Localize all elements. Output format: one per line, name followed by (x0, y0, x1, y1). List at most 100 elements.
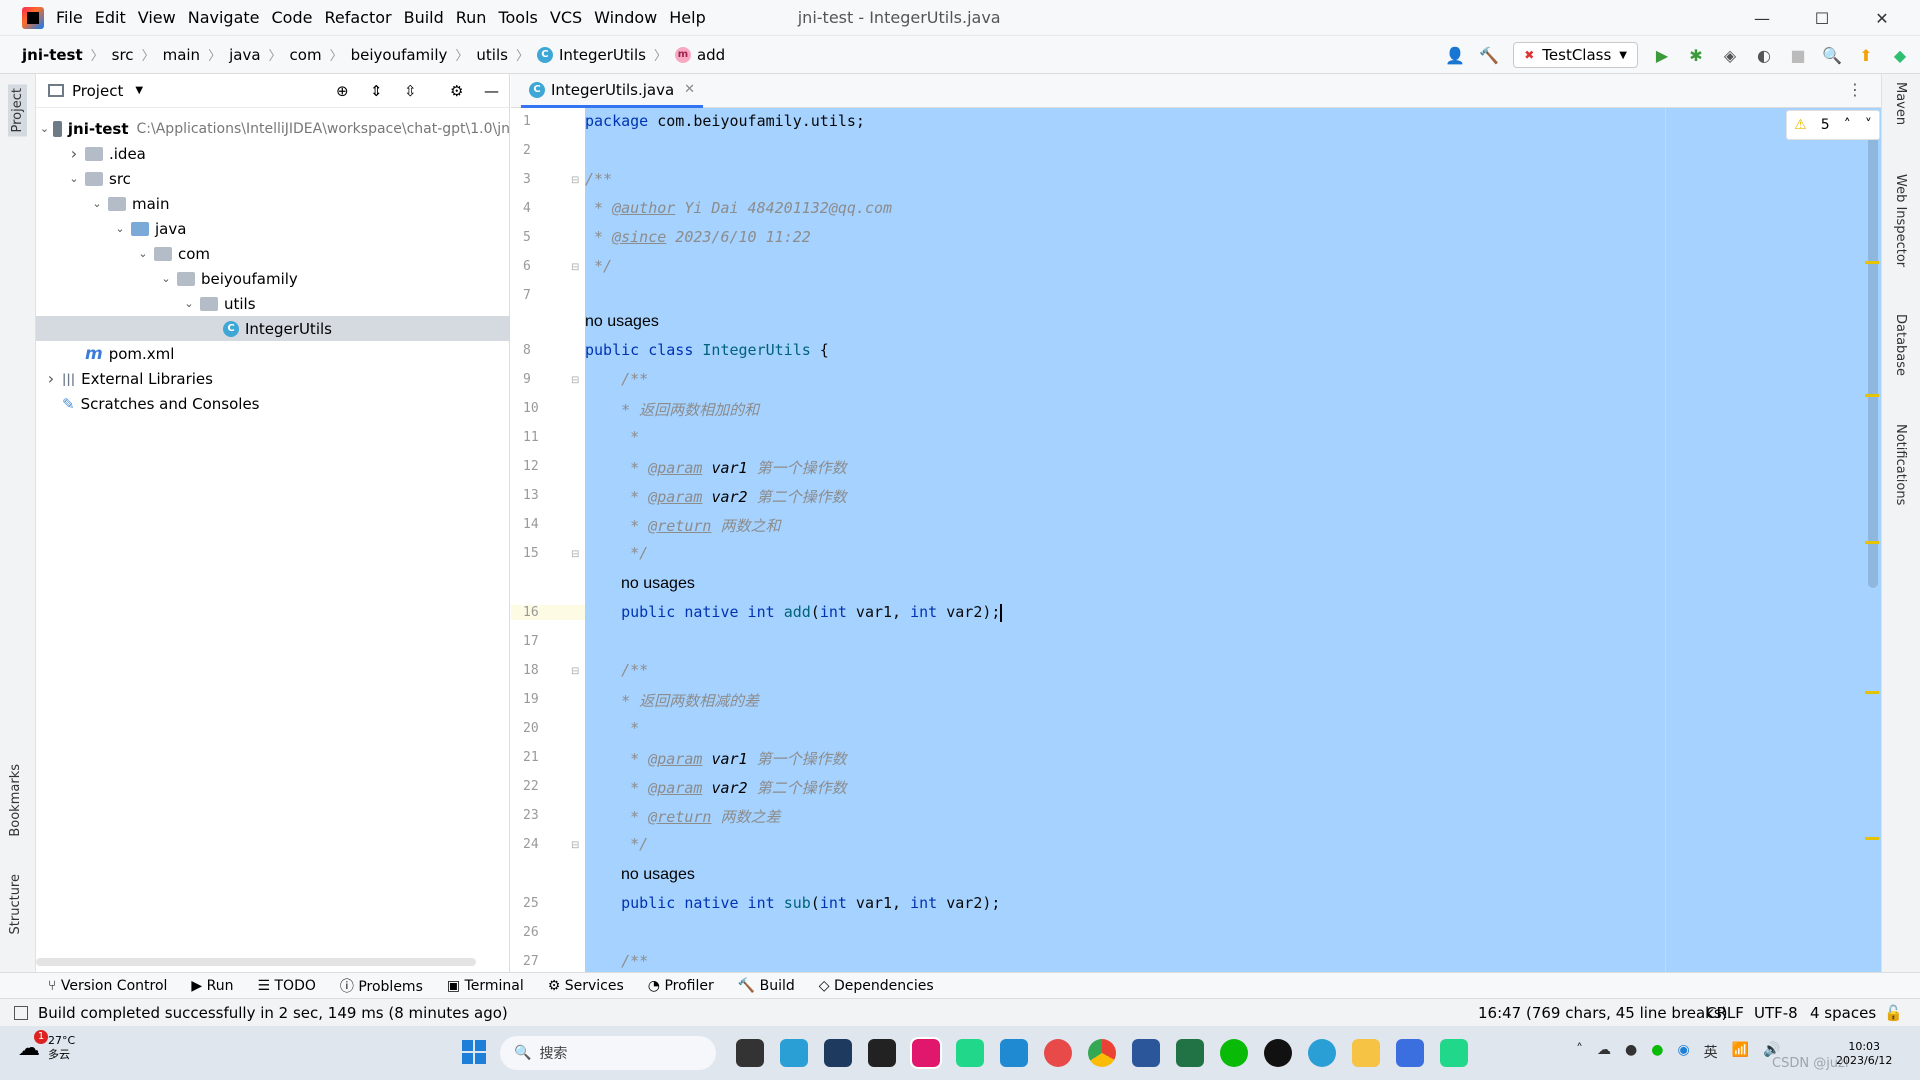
fold-icon[interactable]: ⊟ (571, 375, 579, 386)
warning-stripe[interactable] (1865, 261, 1879, 264)
pycharm-app-icon[interactable] (956, 1039, 984, 1067)
lock-icon[interactable]: 🔓 (1884, 1004, 1903, 1022)
tab-maven[interactable]: Maven (1893, 82, 1908, 125)
line-number[interactable]: 3 (523, 172, 531, 187)
line-number[interactable]: 23 (523, 808, 539, 823)
tool-version-control[interactable]: ⑂ Version Control (48, 978, 167, 994)
tool-profiler[interactable]: ◔ Profiler (648, 978, 714, 994)
word-app-icon[interactable] (1132, 1039, 1160, 1067)
datagrip-app-icon[interactable] (868, 1039, 896, 1067)
breadcrumb-com[interactable]: com (290, 46, 322, 64)
wifi-icon[interactable]: 📶 (1732, 1042, 1749, 1062)
chevron-down-icon[interactable]: ▼ (135, 85, 143, 96)
line-number[interactable]: 11 (523, 430, 539, 445)
tab-database[interactable]: Database (1893, 314, 1908, 376)
feishu-app-icon[interactable] (1396, 1039, 1424, 1067)
tool-services[interactable]: ⚙ Services (548, 978, 624, 994)
task-view-icon[interactable] (736, 1039, 764, 1067)
close-icon[interactable]: ✕ (684, 82, 695, 97)
breadcrumb-java[interactable]: java (229, 46, 260, 64)
line-number[interactable]: 13 (523, 488, 539, 503)
tab-integerutils[interactable]: C IntegerUtils.java ✕ (521, 74, 704, 108)
chevron-right-icon[interactable]: › (44, 369, 58, 388)
status-toggle-icon[interactable] (14, 1005, 28, 1020)
tab-bookmarks[interactable]: Bookmarks (8, 764, 23, 837)
menu-edit[interactable]: Edit (95, 8, 126, 27)
tree-node[interactable]: C IntegerUtils (36, 316, 510, 341)
line-number[interactable]: 8 (523, 343, 531, 358)
breadcrumb-src[interactable]: src (112, 46, 134, 64)
menu-window[interactable]: Window (594, 8, 657, 27)
chrome-app-icon[interactable] (1088, 1039, 1116, 1067)
project-view-title[interactable]: Project (72, 82, 123, 100)
breadcrumb-main[interactable]: main (163, 46, 200, 64)
search-icon[interactable]: 🔍 (1822, 45, 1842, 65)
menu-file[interactable]: File (56, 8, 83, 27)
menu-run[interactable]: Run (456, 8, 487, 27)
tool-todo[interactable]: ☰ TODO (257, 978, 315, 994)
cloud-icon[interactable]: ☁ (1597, 1042, 1611, 1062)
qq-app-icon[interactable] (1264, 1039, 1292, 1067)
menu-vcs[interactable]: VCS (550, 8, 582, 27)
line-number[interactable]: 10 (523, 401, 539, 416)
tree-node[interactable]: ⌄ beiyoufamily (36, 266, 510, 291)
weather-widget[interactable]: ☁ 1 27°C 多云 (18, 1030, 75, 1062)
menu-code[interactable]: Code (272, 8, 313, 27)
line-separator[interactable]: CRLF (1706, 1004, 1744, 1022)
tab-structure[interactable]: Structure (8, 874, 23, 934)
excel-app-icon[interactable] (1176, 1039, 1204, 1067)
coverage-icon[interactable]: ◈ (1720, 45, 1740, 65)
wechat-app-icon[interactable] (1220, 1039, 1248, 1067)
menu-help[interactable]: Help (669, 8, 705, 27)
fold-icon[interactable]: ⊟ (571, 549, 579, 560)
fold-icon[interactable]: ⊟ (571, 666, 579, 677)
vertical-scrollbar[interactable] (1868, 128, 1878, 588)
menu-refactor[interactable]: Refactor (324, 8, 391, 27)
vcs-user-icon[interactable]: 👤 (1445, 45, 1465, 65)
tree-node[interactable]: ⌄ jni-test C:\Applications\IntelliJIDEA\wo… (36, 116, 510, 141)
expand-all-icon[interactable]: ⇕ (370, 82, 383, 100)
chevron-down-icon[interactable]: ⌄ (136, 247, 150, 260)
usages-hint[interactable]: no usages (621, 575, 695, 593)
tool-run[interactable]: ▶ Run (191, 978, 233, 994)
gear-icon[interactable]: ⚙ (450, 82, 463, 100)
menu-navigate[interactable]: Navigate (188, 8, 260, 27)
more-icon[interactable]: ⋮ (1847, 80, 1863, 99)
jetbrains-ai-icon[interactable]: ◆ (1890, 45, 1910, 65)
update-icon[interactable]: ⬆ (1856, 45, 1876, 65)
breadcrumb-project[interactable]: jni-test (22, 46, 83, 64)
fold-icon[interactable]: ⊟ (571, 175, 579, 186)
hide-panel-icon[interactable]: — (484, 82, 499, 100)
caret-position[interactable]: 16:47 (769 chars, 45 line breaks) (1478, 1004, 1728, 1022)
code-editor[interactable]: package com.beiyoufamily.utils; /** * @a… (585, 108, 1881, 972)
stop-icon[interactable]: ■ (1788, 45, 1808, 65)
breadcrumb-class[interactable]: IntegerUtils (559, 46, 646, 64)
tree-node[interactable]: ✎ Scratches and Consoles (36, 391, 510, 416)
tab-web-inspector[interactable]: Web Inspector (1893, 174, 1908, 267)
line-number[interactable]: 4 (523, 201, 531, 216)
clion-app-icon[interactable] (1440, 1039, 1468, 1067)
webstorm-app-icon[interactable] (824, 1039, 852, 1067)
wechat-tray-icon[interactable]: ● (1651, 1042, 1663, 1062)
debug-icon[interactable]: ✱ (1686, 45, 1706, 65)
profile-icon[interactable]: ◐ (1754, 45, 1774, 65)
line-number[interactable]: 15 (523, 546, 539, 561)
chevron-up-icon[interactable]: ˄ (1844, 117, 1851, 133)
fold-icon[interactable]: ⊟ (571, 262, 579, 273)
warning-stripe[interactable] (1865, 394, 1879, 397)
breadcrumb-utils[interactable]: utils (476, 46, 508, 64)
vscode-app-icon[interactable] (1000, 1039, 1028, 1067)
menu-tools[interactable]: Tools (498, 8, 537, 27)
tray-app-icon[interactable]: ● (1625, 1042, 1637, 1062)
tab-notifications[interactable]: Notifications (1893, 424, 1908, 505)
line-number[interactable]: 17 (523, 634, 539, 649)
chevron-down-icon[interactable]: ⌄ (182, 297, 196, 310)
line-number[interactable]: 18 (523, 663, 539, 678)
line-number[interactable]: 26 (523, 925, 539, 940)
line-number[interactable]: 22 (523, 779, 539, 794)
taskbar-search[interactable]: 🔍 搜索 (500, 1036, 716, 1070)
inspection-widget[interactable]: ⚠ 5 ˄ ˅ (1786, 110, 1880, 140)
chevron-up-icon[interactable]: ˄ (1576, 1042, 1583, 1062)
usages-hint[interactable]: no usages (621, 866, 695, 884)
status-message[interactable]: Build completed successfully in 2 sec, 1… (38, 1004, 508, 1022)
